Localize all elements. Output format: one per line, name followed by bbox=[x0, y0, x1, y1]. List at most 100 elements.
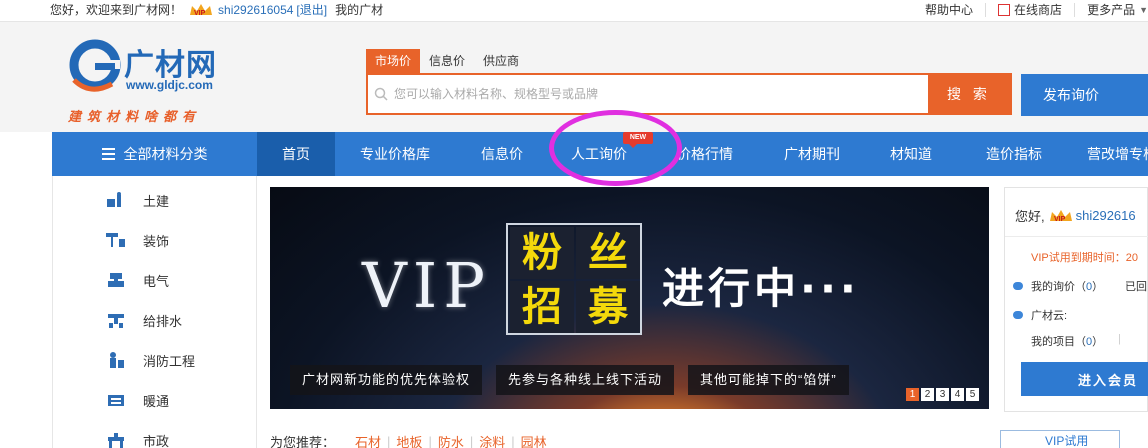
user-panel: 您好, VIP shi292616 VIP试用到期时间：20 我的询价（0） 已… bbox=[1004, 187, 1148, 412]
category-label: 消防工程 bbox=[143, 353, 196, 369]
search-input[interactable] bbox=[394, 87, 934, 101]
search-icon bbox=[374, 87, 388, 101]
banner-caption: 其他可能掉下的“馅饼” bbox=[688, 365, 849, 395]
all-categories-label: 全部材料分类 bbox=[123, 146, 208, 162]
tab-supplier[interactable]: 供应商 bbox=[474, 49, 528, 73]
banner-pagination: 1 2 3 4 5 bbox=[906, 388, 979, 401]
panel-username[interactable]: shi292616 bbox=[1076, 208, 1136, 223]
search-box: 搜 索 bbox=[366, 73, 1012, 115]
category-item[interactable]: 电气 bbox=[53, 260, 258, 300]
username-link[interactable]: shi292616054 bbox=[218, 0, 293, 20]
banner-page-dot[interactable]: 5 bbox=[966, 388, 979, 401]
fire-protection-icon bbox=[110, 352, 124, 368]
main-nav: 全部材料分类 首页 专业价格库 信息价 人工询价 价格行情 广材期刊 材知道 造… bbox=[52, 132, 1148, 176]
more-products-link[interactable]: 更多产品 bbox=[1087, 0, 1135, 20]
top-bar-right: 帮助中心 在线商店 更多产品 ▼ bbox=[925, 0, 1148, 20]
my-inquiry-link[interactable]: 我的询价（0） bbox=[1031, 278, 1103, 294]
my-projects-link[interactable]: 我的项目（0） bbox=[1031, 333, 1103, 349]
category-label: 土建 bbox=[143, 193, 170, 209]
banner-page-dot[interactable]: 2 bbox=[921, 388, 934, 401]
recommend-tag[interactable]: 石材 bbox=[355, 432, 381, 448]
nav-pro-price-library[interactable]: 专业价格库 bbox=[345, 132, 445, 176]
banner-page-dot[interactable]: 1 bbox=[906, 388, 919, 401]
category-label: 暖通 bbox=[143, 393, 170, 409]
user-greeting: 您好, VIP shi292616 bbox=[1015, 206, 1136, 225]
divider bbox=[1005, 236, 1148, 237]
cloud-label: 广材云: bbox=[1031, 310, 1068, 322]
my-inquiry-tail: ） bbox=[1092, 281, 1104, 293]
banner-char: 粉 bbox=[510, 227, 574, 279]
nav-vat-column[interactable]: 营改增专栏 bbox=[1074, 132, 1148, 176]
site-logo[interactable]: 广材网 www.gldjc.com 建筑材料啥都有 bbox=[68, 36, 248, 125]
category-item[interactable]: 消防工程 bbox=[53, 340, 258, 380]
publish-inquiry-button[interactable]: 发布询价 bbox=[1021, 74, 1148, 116]
banner-captions: 广材网新功能的优先体验权 先参与各种线上线下活动 其他可能掉下的“馅饼” bbox=[290, 365, 849, 395]
category-item[interactable]: 土建 bbox=[53, 180, 258, 220]
search-tabs: 市场价 信息价 供应商 bbox=[366, 49, 1012, 73]
online-store-link[interactable]: 在线商店 bbox=[1014, 0, 1062, 20]
search-area: 市场价 信息价 供应商 搜 索 bbox=[366, 49, 1012, 115]
recommend-tag[interactable]: 涂料 bbox=[479, 432, 505, 448]
vip-expire-text: VIP试用到期时间：20 bbox=[1031, 252, 1138, 264]
search-button[interactable]: 搜 索 bbox=[928, 75, 1010, 113]
menu-icon bbox=[101, 148, 115, 160]
tab-info-price[interactable]: 信息价 bbox=[420, 49, 474, 73]
my-gc-link[interactable]: 我的广材 bbox=[335, 0, 383, 20]
category-sidebar: 土建 装饰 电气 给排水 消防工程 暖通 市政 bbox=[52, 176, 257, 448]
divider: | bbox=[469, 434, 474, 448]
enter-member-button[interactable]: 进入会员 bbox=[1021, 362, 1148, 396]
banner-page-dot[interactable]: 4 bbox=[951, 388, 964, 401]
all-categories-button[interactable]: 全部材料分类 bbox=[52, 132, 257, 176]
banner-char: 丝 bbox=[576, 227, 640, 279]
chat-bubble-icon bbox=[1013, 282, 1023, 290]
nav-home[interactable]: 首页 bbox=[257, 132, 335, 176]
recommend-title: 为您推荐： bbox=[270, 435, 336, 448]
logo-g-icon bbox=[69, 39, 121, 92]
nav-price-trends[interactable]: 价格行情 bbox=[655, 132, 755, 176]
category-item[interactable]: 市政 bbox=[53, 420, 258, 448]
category-label: 给排水 bbox=[143, 313, 183, 329]
store-icon bbox=[998, 4, 1011, 16]
welcome-text: 您好，欢迎来到广材网！ bbox=[50, 3, 183, 17]
logout-link[interactable]: [退出] bbox=[296, 0, 327, 20]
banner-char: 招 bbox=[510, 281, 574, 333]
recommend-tag[interactable]: 防水 bbox=[438, 432, 464, 448]
category-item[interactable]: 暖通 bbox=[53, 380, 258, 420]
logo-slogan: 建筑材料啥都有 bbox=[68, 110, 202, 125]
help-center-link[interactable]: 帮助中心 bbox=[925, 0, 973, 20]
nav-info-price[interactable]: 信息价 bbox=[457, 132, 547, 176]
category-label: 市政 bbox=[143, 433, 170, 448]
hvac-icon bbox=[108, 395, 124, 406]
recommend-tag[interactable]: 地板 bbox=[396, 432, 422, 448]
category-item[interactable]: 给排水 bbox=[53, 300, 258, 340]
tab-market-price[interactable]: 市场价 bbox=[366, 49, 421, 73]
svg-text:VIP: VIP bbox=[194, 10, 206, 17]
divider bbox=[1074, 3, 1076, 17]
header: 广材网 www.gldjc.com 建筑材料啥都有 市场价 信息价 供应商 搜 … bbox=[0, 22, 1148, 132]
nav-zhidao[interactable]: 材知道 bbox=[867, 132, 955, 176]
category-label: 装饰 bbox=[143, 233, 170, 249]
recommend-tag[interactable]: 园林 bbox=[521, 432, 547, 448]
category-item[interactable]: 装饰 bbox=[53, 220, 258, 260]
banner-vip-text: VIP bbox=[362, 249, 491, 322]
divider: | bbox=[1118, 333, 1121, 345]
my-inquiry-label: 我的询价（ bbox=[1031, 281, 1086, 293]
recommend-bar: 为您推荐： 石材 | 地板 | 防水 | 涂料 | 园林 bbox=[270, 432, 553, 448]
divider: | bbox=[511, 434, 515, 448]
top-bar: 您好，欢迎来到广材网！ VIP shi292616054 [退出] 我的广材 帮… bbox=[0, 0, 1148, 22]
cloud-icon bbox=[1013, 311, 1023, 319]
replied-link[interactable]: 已回 bbox=[1125, 278, 1147, 294]
banner-caption: 广材网新功能的优先体验权 bbox=[290, 365, 483, 395]
nav-journal[interactable]: 广材期刊 bbox=[767, 132, 857, 176]
decoration-icon bbox=[106, 233, 125, 247]
divider: | bbox=[387, 434, 391, 448]
category-label: 电气 bbox=[143, 273, 170, 289]
nav-cost-index[interactable]: 造价指标 bbox=[964, 132, 1064, 176]
vip-trial-button[interactable]: VIP试用 bbox=[1000, 430, 1120, 448]
promo-banner[interactable]: VIP 粉 丝 招 募 进行中··· 广材网新功能的优先体验权 先参与各种线上线… bbox=[270, 187, 989, 409]
banner-page-dot[interactable]: 3 bbox=[936, 388, 949, 401]
vip-crown-icon: VIP bbox=[1048, 209, 1074, 223]
chevron-down-icon: ▼ bbox=[1139, 5, 1148, 15]
new-badge: NEW bbox=[623, 132, 653, 148]
electric-icon bbox=[108, 273, 124, 287]
